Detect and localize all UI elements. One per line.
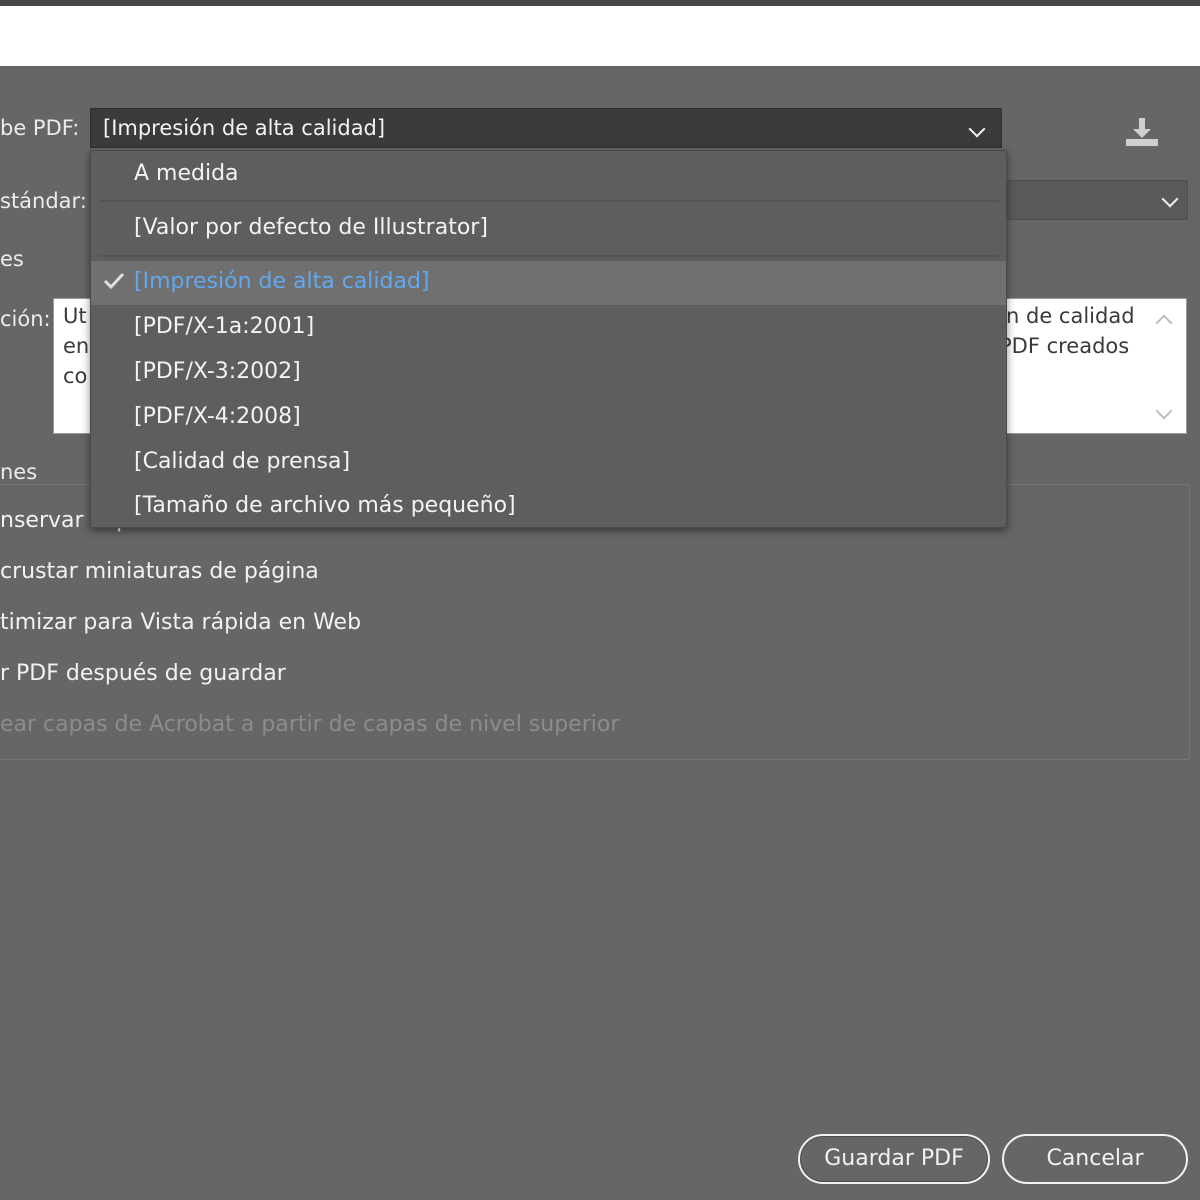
menu-item-label: [PDF/X-4:2008]: [134, 404, 301, 429]
standard-select[interactable]: [1005, 180, 1188, 220]
cancel-button[interactable]: Cancelar: [1002, 1134, 1188, 1184]
compatibility-label: es: [0, 247, 24, 271]
preset-select[interactable]: [Impresión de alta calidad]: [90, 108, 1002, 148]
options-group-label: nes: [0, 460, 46, 484]
description-line: en: [63, 334, 90, 358]
preset-label: be PDF:: [0, 116, 80, 140]
menu-item-pdfx-1a[interactable]: [PDF/X-1a:2001]: [91, 306, 1006, 350]
menu-item-label: A medida: [134, 161, 239, 186]
preset-select-value: [Impresión de alta calidad]: [103, 116, 386, 140]
menu-separator: [99, 255, 999, 257]
chevron-down-icon: [968, 120, 986, 138]
menu-item-press-quality[interactable]: [Calidad de prensa]: [91, 441, 1006, 485]
description-line: PDF creados: [999, 334, 1130, 358]
chevron-down-icon: [1161, 190, 1179, 208]
preset-dropdown-menu: A medida [Valor por defecto de Illustrat…: [90, 150, 1007, 528]
option-create-acrobat-layers[interactable]: ear capas de Acrobat a partir de capas d…: [0, 712, 619, 737]
menu-item-label: [PDF/X-1a:2001]: [134, 314, 315, 339]
menu-item-label: [Tamaño de archivo más pequeño]: [134, 493, 516, 518]
menu-item-illustrator-default[interactable]: [Valor por defecto de Illustrator]: [91, 207, 1006, 251]
menu-item-high-quality-print[interactable]: [Impresión de alta calidad]: [91, 261, 1006, 305]
save-pdf-button[interactable]: Guardar PDF: [798, 1134, 990, 1184]
scroll-up-arrow-icon[interactable]: [1155, 314, 1173, 332]
standard-label: stándar:: [0, 189, 87, 213]
menu-item-label: [PDF/X-3:2002]: [134, 359, 301, 384]
menu-item-custom[interactable]: A medida: [91, 153, 1006, 197]
dialog-title-area: [0, 6, 1200, 66]
download-preset-icon[interactable]: [1122, 116, 1162, 148]
description-label: ción:: [0, 307, 51, 331]
option-embed-thumbnails[interactable]: crustar miniaturas de página: [0, 559, 319, 584]
menu-item-pdfx-3[interactable]: [PDF/X-3:2002]: [91, 351, 1006, 395]
menu-separator: [99, 200, 999, 202]
menu-item-label: [Calidad de prensa]: [134, 449, 351, 474]
description-line: Ut: [63, 304, 87, 328]
checkmark-icon: [103, 272, 125, 290]
option-view-after-save[interactable]: r PDF después de guardar: [0, 661, 286, 686]
description-line: co: [63, 364, 88, 388]
menu-item-pdfx-4[interactable]: [PDF/X-4:2008]: [91, 396, 1006, 440]
menu-item-smallest-file[interactable]: [Tamaño de archivo más pequeño]: [91, 485, 1006, 529]
description-line: n de calidad: [1006, 304, 1135, 328]
scroll-down-arrow-icon[interactable]: [1155, 402, 1173, 420]
option-optimize-web[interactable]: timizar para Vista rápida en Web: [0, 610, 361, 635]
menu-item-label: [Impresión de alta calidad]: [134, 269, 430, 294]
menu-item-label: [Valor por defecto de Illustrator]: [134, 215, 488, 240]
